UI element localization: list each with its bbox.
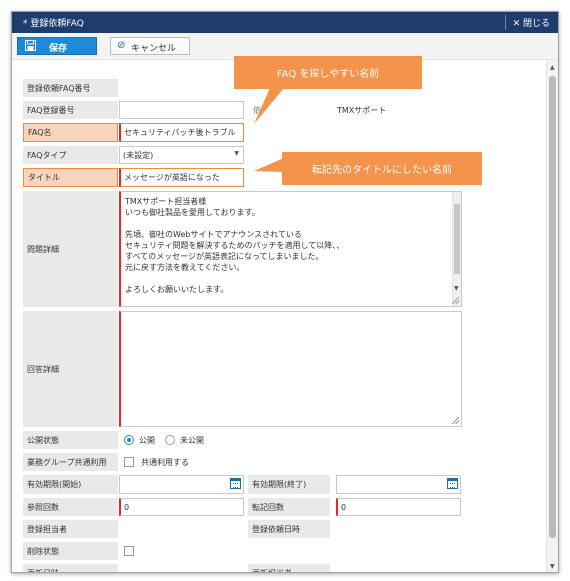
publish-on-radio[interactable] — [124, 435, 134, 445]
form-scrollbar[interactable]: ▲ ▼ — [546, 60, 558, 572]
save-icon — [25, 40, 36, 54]
calendar-icon[interactable] — [447, 478, 458, 489]
faq-reg-no-field[interactable] — [119, 101, 244, 119]
group-share-option: 共通利用する — [141, 458, 189, 467]
faq-name-callout-pointer — [254, 88, 284, 124]
question-line: TMXサポート担当者様 — [125, 197, 207, 206]
label-deleted-status: 削除状態 — [23, 542, 118, 560]
label-transfer-count: 転記回数 — [248, 498, 330, 516]
prohibit-icon: ⊘ — [117, 40, 126, 51]
cancel-button[interactable]: ⊘ キャンセル — [110, 37, 190, 55]
close-button[interactable]: ✕ 閉じる — [513, 16, 550, 29]
label-title: タイトル — [23, 168, 118, 187]
transfer-count-input[interactable]: 0 — [336, 498, 461, 516]
ref-count-input[interactable]: 0 — [119, 498, 244, 516]
scroll-down-icon[interactable]: ▼ — [550, 563, 555, 570]
group-share-checkbox[interactable] — [124, 457, 134, 467]
question-line: いつも御社製品を愛用しております。 — [125, 208, 260, 217]
publish-on-label: 公開 — [139, 436, 155, 445]
save-label: 保存 — [49, 44, 68, 54]
form-area: 登録依頼FAQ番号 FAQ登録番号 依 TMXサポート FAQ名 セキュリティパ… — [12, 60, 546, 572]
question-detail-textarea[interactable]: TMXサポート担当者様 いつも御社製品を愛用しております。 先頃、御社のWebサ… — [119, 191, 462, 307]
label-updated-by: 更新担当者 — [248, 564, 330, 572]
window-title: * 登録依頼FAQ — [23, 19, 84, 29]
question-line: 先頃、御社のWebサイトでアナウンスされている — [125, 230, 302, 239]
label-faq-type: FAQタイプ — [23, 146, 118, 164]
question-line: セキュリティ問題を解決するためのパッチを適用して以降、、 — [125, 241, 345, 250]
save-button[interactable]: 保存 — [17, 37, 97, 55]
deleted-checkbox[interactable] — [124, 546, 134, 556]
publish-off-radio[interactable] — [165, 435, 175, 445]
question-line: 元に戻す方法を教えてください。 — [125, 263, 245, 272]
category-value: TMXサポート — [337, 106, 387, 115]
label-valid-start: 有効期限(開始) — [23, 475, 118, 494]
valid-end-input[interactable] — [336, 475, 461, 494]
resize-grip-icon[interactable] — [452, 297, 459, 304]
calendar-icon[interactable] — [230, 478, 241, 489]
form-scroll-thumb[interactable] — [549, 76, 556, 538]
label-group-share: 業務グループ共通利用 — [23, 453, 118, 471]
valid-start-input[interactable] — [119, 475, 244, 494]
resize-grip-icon[interactable] — [452, 417, 459, 424]
title-bar: * 登録依頼FAQ ✕ 閉じる — [12, 12, 558, 33]
label-faq-name: FAQ名 — [23, 123, 118, 142]
title-callout-pointer — [254, 158, 284, 172]
titlebar-divider — [505, 15, 506, 30]
chevron-down-icon: ▼ — [234, 150, 239, 157]
publish-off-label: 未公開 — [180, 436, 204, 445]
label-question-detail: 問題詳細 — [23, 191, 118, 307]
question-scrollbar[interactable]: ▼ — [452, 192, 461, 306]
faq-name-input[interactable]: セキュリティパッチ後トラブル — [119, 123, 244, 142]
label-registrant: 登録担当者 — [23, 520, 118, 538]
title-callout: 転記先のタイトルにしたい名前 — [282, 152, 482, 185]
faq-type-value: (未設定) — [123, 150, 154, 160]
scroll-down-icon[interactable]: ▼ — [454, 283, 459, 294]
question-line — [125, 218, 457, 229]
label-answer-detail: 回答詳細 — [23, 311, 118, 427]
question-line: すべてのメッセージが英語表記になってしまいました。 — [125, 252, 324, 261]
question-line — [125, 273, 457, 284]
label-updated-datetime: 更新日時 — [23, 564, 118, 572]
close-icon: ✕ — [512, 19, 521, 29]
answer-detail-textarea[interactable] — [119, 311, 462, 427]
label-publish-status: 公開状態 — [23, 431, 118, 449]
faq-dialog: * 登録依頼FAQ ✕ 閉じる 保存 ⊘ キャンセル 登録依頼FAQ番号 FAQ… — [11, 11, 559, 573]
question-line: よろしくお願いいたします。 — [125, 285, 229, 294]
label-ref-count: 参照回数 — [23, 498, 118, 516]
label-faq-request-no: 登録依頼FAQ番号 — [23, 79, 118, 97]
question-scroll-thumb[interactable] — [454, 204, 460, 274]
label-request-datetime: 登録依頼日時 — [248, 520, 330, 538]
faq-name-callout-text: FAQ を探しやすい名前 — [276, 69, 380, 80]
scroll-up-icon[interactable]: ▲ — [550, 64, 555, 71]
label-faq-reg-no: FAQ登録番号 — [23, 101, 118, 119]
close-label: 閉じる — [522, 19, 550, 29]
title-input[interactable]: メッセージが英語になった — [119, 168, 244, 187]
title-callout-text: 転記先のタイトルにしたい名前 — [312, 165, 452, 176]
label-valid-end: 有効期限(終了) — [248, 475, 330, 494]
faq-type-select[interactable]: (未設定) ▼ — [119, 146, 244, 164]
cancel-label: キャンセル — [131, 44, 177, 54]
